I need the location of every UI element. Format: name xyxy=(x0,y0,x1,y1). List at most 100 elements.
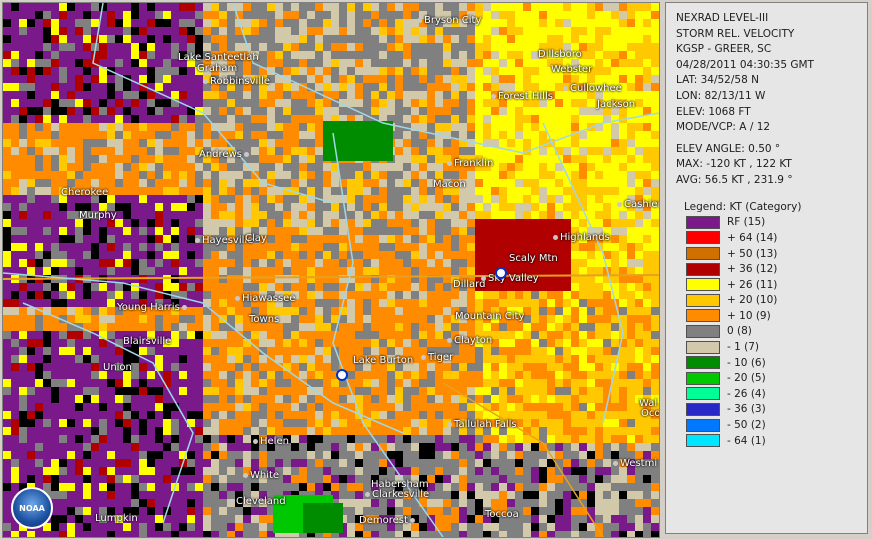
place-towns: Towns xyxy=(249,314,280,325)
place-toccoa: Toccoa xyxy=(485,509,519,520)
legend-swatch xyxy=(686,402,720,416)
place-andrews: Andrews xyxy=(199,149,251,160)
place-young-harris: Young Harris xyxy=(117,302,189,313)
place-robbinsville: Robbinsville xyxy=(203,76,270,87)
place-cullowhee: Cullowhee xyxy=(563,83,622,94)
legend-swatch xyxy=(686,434,720,448)
place-graham: Graham xyxy=(197,63,238,74)
place-jackson: Jackson xyxy=(597,99,636,110)
place-franklin: Franklin xyxy=(447,158,493,169)
elevation: ELEV: 1068 FT xyxy=(676,105,751,118)
legend-row: + 64 (14) xyxy=(686,230,867,246)
legend-swatch xyxy=(686,418,720,432)
place-lake-santeetlah: Lake Santeetlah xyxy=(178,52,259,63)
radar-map-canvas xyxy=(3,3,659,537)
legend-swatch xyxy=(686,215,720,229)
place-murphy: Murphy xyxy=(79,210,117,221)
place-bryson-city: Bryson City xyxy=(417,15,481,26)
legend-swatch xyxy=(686,231,720,245)
place-union: Union xyxy=(103,362,132,373)
legend-swatch xyxy=(686,340,720,354)
legend-swatch xyxy=(686,371,720,385)
velocity-patch xyxy=(303,503,343,533)
place-hiawassee: Hiawassee xyxy=(235,293,295,304)
radar-site: KGSP - GREER, SC xyxy=(676,43,772,56)
place-helen: Helen xyxy=(253,436,289,447)
place-clay: Clay xyxy=(245,233,267,244)
place-macon: Macon xyxy=(433,179,466,190)
max-velocity: MAX: -120 KT , 122 KT xyxy=(676,158,792,171)
legend-label: - 50 (2) xyxy=(727,419,766,432)
legend-swatch xyxy=(686,324,720,338)
legend-swatch xyxy=(686,356,720,370)
legend-row: + 26 (11) xyxy=(686,277,867,293)
legend-label: + 26 (11) xyxy=(727,278,778,291)
place-scaly-mtn: Scaly Mtn xyxy=(509,253,558,264)
legend-row: - 20 (5) xyxy=(686,370,867,386)
legend-row: - 26 (4) xyxy=(686,386,867,402)
legend-swatch xyxy=(686,293,720,307)
place-tiger: Tiger xyxy=(421,352,453,363)
place-dillsboro: Dillsboro xyxy=(531,49,582,60)
legend-label: + 64 (14) xyxy=(727,231,778,244)
place-clarkesville: Clarkesville xyxy=(365,489,429,500)
place-tallulah-falls: Tallulah Falls xyxy=(447,419,517,430)
legend-swatch xyxy=(686,262,720,276)
legend-row: + 50 (13) xyxy=(686,246,867,262)
legend-label: + 36 (12) xyxy=(727,263,778,276)
legend-row: + 36 (12) xyxy=(686,261,867,277)
legend-row: - 10 (6) xyxy=(686,355,867,371)
place-mountain-city: Mountain City xyxy=(455,311,525,322)
place-cherokee: Cherokee xyxy=(61,187,109,198)
place-lumpkin: Lumpkin xyxy=(95,513,138,524)
place-westmi: Westmi xyxy=(613,458,657,469)
legend-label: RF (15) xyxy=(727,216,766,229)
legend-swatch xyxy=(686,247,720,261)
noaa-logo: NOAA xyxy=(11,487,53,529)
legend-row: - 1 (7) xyxy=(686,339,867,355)
legend-label: - 20 (5) xyxy=(727,372,766,385)
place-sky-valley: Sky Valley xyxy=(481,273,539,284)
place-webster: Webster xyxy=(551,64,593,75)
place-lake-burton: Lake Burton xyxy=(353,355,414,366)
place-cleveland: Cleveland xyxy=(229,496,286,507)
legend-row: 0 (8) xyxy=(686,324,867,340)
legend-label: + 20 (10) xyxy=(727,294,778,307)
legend-label: + 10 (9) xyxy=(727,309,771,322)
radar-site-marker-2 xyxy=(336,369,348,381)
avg-velocity: AVG: 56.5 KT , 231.9 ° xyxy=(676,173,793,186)
legend-label: - 26 (4) xyxy=(727,387,766,400)
legend-row: + 20 (10) xyxy=(686,293,867,309)
legend-title: Legend: KT (Category) xyxy=(684,200,802,213)
legend-label: - 1 (7) xyxy=(727,341,760,354)
legend: RF (15) + 64 (14) + 50 (13) + 36 (12) + 26 (… xyxy=(676,215,867,449)
legend-label: - 10 (6) xyxy=(727,356,766,369)
legend-row: - 64 (1) xyxy=(686,433,867,449)
longitude: LON: 82/13/11 W xyxy=(676,89,766,102)
place-white: White xyxy=(243,470,279,481)
info-panel: NEXRAD LEVEL-III STORM REL. VELOCITY KGS… xyxy=(665,2,868,534)
legend-row: + 10 (9) xyxy=(686,308,867,324)
legend-label: + 50 (13) xyxy=(727,247,778,260)
legend-swatch xyxy=(686,278,720,292)
legend-row: RF (15) xyxy=(686,215,867,231)
place-blairsville: Blairsville xyxy=(123,336,172,347)
latitude: LAT: 34/52/58 N xyxy=(676,74,759,87)
place-cashiers: Cashiers xyxy=(617,199,659,210)
scan-datetime: 04/28/2011 04:30:35 GMT xyxy=(676,58,814,71)
place-highlands: Highlands xyxy=(553,232,610,243)
place-clayton: Clayton xyxy=(447,335,492,346)
legend-row: - 50 (2) xyxy=(686,417,867,433)
elevation-angle: ELEV ANGLE: 0.50 ° xyxy=(676,142,781,155)
mode-vcp: MODE/VCP: A / 12 xyxy=(676,121,771,134)
legend-label: - 36 (3) xyxy=(727,403,766,416)
place-demorest: Demorest xyxy=(359,515,417,526)
product-type: STORM REL. VELOCITY xyxy=(676,27,795,40)
place-oco: Oco xyxy=(641,408,660,419)
legend-swatch xyxy=(686,387,720,401)
radar-map[interactable]: Bryson City Dillsboro Webster Lake Sante… xyxy=(2,2,660,538)
place-forest-hills: Forest Hills xyxy=(491,91,553,102)
legend-row: - 36 (3) xyxy=(686,402,867,418)
legend-swatch xyxy=(686,309,720,323)
legend-label: - 64 (1) xyxy=(727,434,766,447)
